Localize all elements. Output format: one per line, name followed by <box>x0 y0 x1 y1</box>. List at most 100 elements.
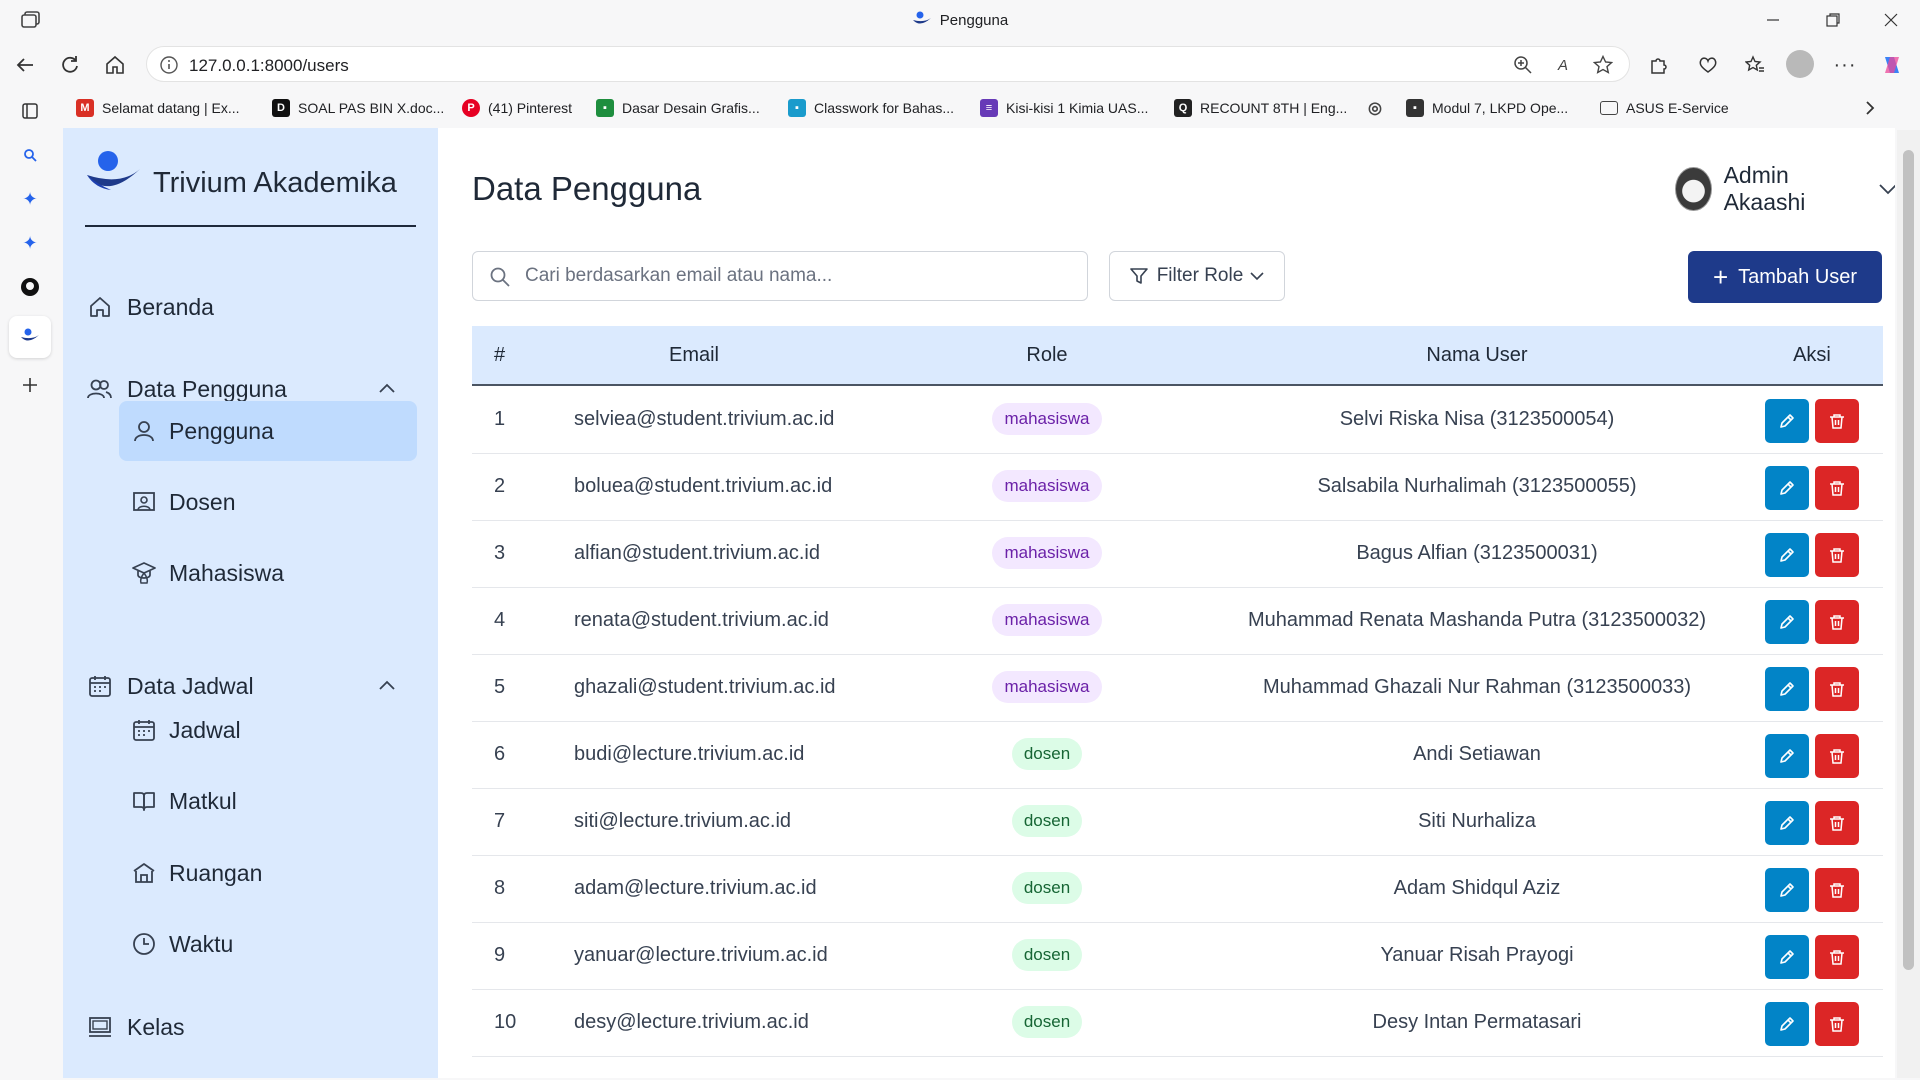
sparkle-app-button[interactable]: ✦ <box>15 228 45 258</box>
nav-label: Dosen <box>169 488 236 515</box>
edit-button[interactable] <box>1765 801 1809 845</box>
row-name: Siti Nurhaliza <box>1418 810 1536 832</box>
nav-beranda[interactable]: Beranda <box>87 279 417 335</box>
row-actions <box>1765 868 1865 912</box>
nav-mahasiswa[interactable]: Mahasiswa <box>119 543 417 603</box>
trivium-app-button[interactable] <box>9 316 51 358</box>
role-badge: dosen <box>1011 939 1083 971</box>
row-role: dosen <box>972 805 1122 837</box>
restore-button[interactable] <box>1810 6 1856 34</box>
bookmark-item[interactable]: ◎ <box>1366 96 1392 120</box>
bookmark-item[interactable]: D SOAL PAS BIN X.doc... <box>272 96 444 120</box>
row-actions <box>1765 801 1865 845</box>
profile-avatar[interactable] <box>1786 50 1814 78</box>
bookmark-item[interactable]: ▪ Modul 7, LKPD Ope... <box>1406 96 1568 120</box>
user-icon <box>131 418 157 444</box>
extensions-button[interactable] <box>1643 50 1673 80</box>
close-window-button[interactable] <box>1868 6 1914 34</box>
nav-pengguna[interactable]: Pengguna <box>119 401 417 461</box>
github-button[interactable] <box>15 272 45 302</box>
sparkle-icon: ✦ <box>22 188 38 209</box>
zoom-button[interactable] <box>1511 53 1535 77</box>
delete-button[interactable] <box>1815 734 1859 778</box>
restore-icon <box>1826 13 1840 27</box>
edit-button[interactable] <box>1765 1002 1809 1046</box>
brand[interactable]: Trivium Akademika <box>85 150 415 220</box>
user-name: Admin Akaashi <box>1723 162 1806 215</box>
minimize-button[interactable] <box>1750 6 1796 34</box>
users-icon <box>87 376 113 402</box>
favorites-button[interactable] <box>1740 50 1770 80</box>
nav-dosen[interactable]: Dosen <box>119 472 417 532</box>
delete-button[interactable] <box>1815 399 1859 443</box>
bookmark-item[interactable]: ≡ Kisi-kisi 1 Kimia UAS... <box>980 96 1148 120</box>
edit-button[interactable] <box>1765 935 1809 979</box>
edit-button[interactable] <box>1765 399 1809 443</box>
back-button[interactable] <box>10 50 40 80</box>
bookmark-item[interactable]: P (41) Pinterest <box>462 96 572 120</box>
user-menu[interactable]: Admin Akaashi <box>1675 162 1895 215</box>
row-number: 2 <box>494 475 506 497</box>
row-email: renata@student.trivium.ac.id <box>574 609 829 631</box>
bookmark-item[interactable]: M Selamat datang | Ex... <box>76 96 240 120</box>
table-row: 1 selviea@student.trivium.ac.id mahasisw… <box>472 387 1883 454</box>
nav-waktu[interactable]: Waktu <box>119 914 417 974</box>
delete-button[interactable] <box>1815 600 1859 644</box>
filter-role-button[interactable]: Filter Role <box>1109 251 1285 301</box>
refresh-button[interactable] <box>55 50 85 80</box>
trivium-logo-icon <box>87 151 140 190</box>
row-role: dosen <box>972 738 1122 770</box>
edit-button[interactable] <box>1765 600 1809 644</box>
delete-button[interactable] <box>1815 801 1859 845</box>
url-bar[interactable]: 127.0.0.1:8000/users A <box>146 46 1630 82</box>
avatar <box>1675 167 1712 211</box>
workspaces-button[interactable] <box>15 96 45 126</box>
scrollbar-thumb[interactable] <box>1903 150 1914 970</box>
nav-ruangan[interactable]: Ruangan <box>119 843 417 903</box>
url-text[interactable]: 127.0.0.1:8000/users <box>189 56 349 76</box>
search-input[interactable] <box>525 262 1065 290</box>
sparkle-app-button[interactable]: ✦ <box>15 184 45 214</box>
tab-title: Pengguna <box>939 12 1009 29</box>
search-sidebar-button[interactable] <box>15 140 45 170</box>
more-menu-button[interactable]: ··· <box>1830 50 1860 80</box>
home-icon <box>87 294 113 320</box>
favorite-button[interactable] <box>1591 53 1615 77</box>
bookmarks-overflow-button[interactable] <box>1864 96 1876 120</box>
add-sidebar-app-button[interactable] <box>15 370 45 400</box>
edit-button[interactable] <box>1765 533 1809 577</box>
delete-button[interactable] <box>1815 466 1859 510</box>
filter-role-label: Filter Role <box>1156 265 1244 286</box>
row-actions <box>1765 734 1865 778</box>
bookmark-item[interactable]: Q RECOUNT 8TH | Eng... <box>1174 96 1347 120</box>
add-user-button[interactable]: + Tambah User <box>1688 251 1882 303</box>
edit-button[interactable] <box>1765 734 1809 778</box>
delete-button[interactable] <box>1815 1002 1859 1046</box>
row-email: boluea@student.trivium.ac.id <box>574 475 833 497</box>
add-user-label: Tambah User <box>1738 265 1858 288</box>
edit-button[interactable] <box>1765 667 1809 711</box>
row-name: Salsabila Nurhalimah (3123500055) <box>1317 475 1637 497</box>
bookmark-item[interactable]: ▪ Classwork for Bahas... <box>788 96 954 120</box>
browser-essentials-button[interactable] <box>1693 50 1723 80</box>
home-button[interactable] <box>100 50 130 80</box>
read-aloud-button[interactable]: A <box>1551 53 1575 77</box>
nav-matkul[interactable]: Matkul <box>119 771 417 831</box>
delete-button[interactable] <box>1815 868 1859 912</box>
delete-button[interactable] <box>1815 667 1859 711</box>
plus-icon: + <box>1712 262 1729 292</box>
table-row: 4 renata@student.trivium.ac.id mahasiswa… <box>472 588 1883 655</box>
edit-button[interactable] <box>1765 868 1809 912</box>
nav-kelas[interactable]: Kelas <box>87 999 417 1055</box>
table-row: 9 yanuar@lecture.trivium.ac.id dosen Yan… <box>472 923 1883 990</box>
bookmark-item[interactable]: ASUS E-Service <box>1600 96 1729 120</box>
copilot-button[interactable] <box>1877 50 1907 80</box>
bookmark-item[interactable]: ▪ Dasar Desain Grafis... <box>596 96 760 120</box>
nav-jadwal[interactable]: Jadwal <box>119 700 417 760</box>
edit-button[interactable] <box>1765 466 1809 510</box>
nav-label: Beranda <box>127 293 214 320</box>
site-info-icon[interactable] <box>159 55 179 75</box>
table-row: 10 desy@lecture.trivium.ac.id dosen Desy… <box>472 990 1883 1057</box>
delete-button[interactable] <box>1815 533 1859 577</box>
delete-button[interactable] <box>1815 935 1859 979</box>
